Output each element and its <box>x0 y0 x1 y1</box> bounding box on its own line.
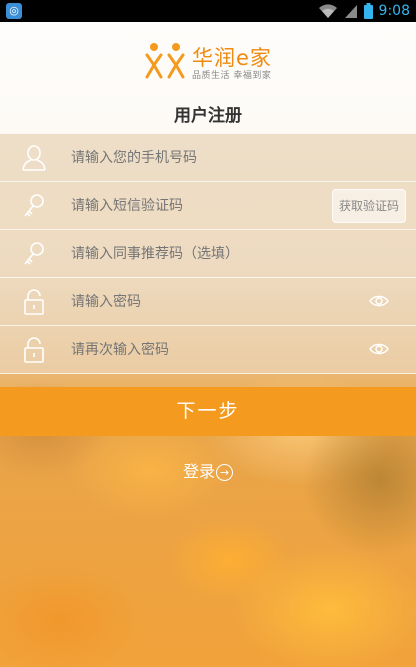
clock: 9:08 <box>378 3 410 19</box>
key-icon <box>24 194 44 217</box>
password-row <box>0 278 416 327</box>
eye-icon[interactable] <box>369 341 389 357</box>
page-title: 用户注册 <box>174 106 242 126</box>
lock-icon <box>24 289 44 315</box>
wifi-icon <box>318 4 337 18</box>
get-code-button[interactable]: 获取验证码 <box>332 189 406 223</box>
login-link[interactable]: 登录 → <box>0 458 416 482</box>
gallery-icon: ◎ <box>6 3 22 19</box>
sms-code-row: 获取验证码 <box>0 182 416 231</box>
phone-input[interactable] <box>69 134 323 183</box>
sms-code-input[interactable] <box>69 182 323 231</box>
password-confirm-input[interactable] <box>69 326 323 375</box>
eye-icon[interactable] <box>369 293 389 309</box>
referral-code-input[interactable] <box>69 230 323 279</box>
status-bar: ◎ 9:08 <box>0 0 416 22</box>
referral-row <box>0 230 416 279</box>
battery-icon <box>363 3 373 19</box>
lock-icon <box>24 337 44 363</box>
signal-icon <box>344 5 357 18</box>
password-input[interactable] <box>69 278 323 327</box>
user-icon <box>22 145 46 171</box>
register-form: 获取验证码 <box>0 133 416 375</box>
brand-slogan: 品质生活 幸福到家 <box>192 71 272 81</box>
next-step-button[interactable]: 下一步 <box>0 387 416 436</box>
login-label: 登录 <box>182 462 215 481</box>
phone-row <box>0 133 416 183</box>
key-icon <box>24 242 44 265</box>
arrow-right-circle-icon: → <box>216 464 233 481</box>
password-confirm-row <box>0 326 416 375</box>
